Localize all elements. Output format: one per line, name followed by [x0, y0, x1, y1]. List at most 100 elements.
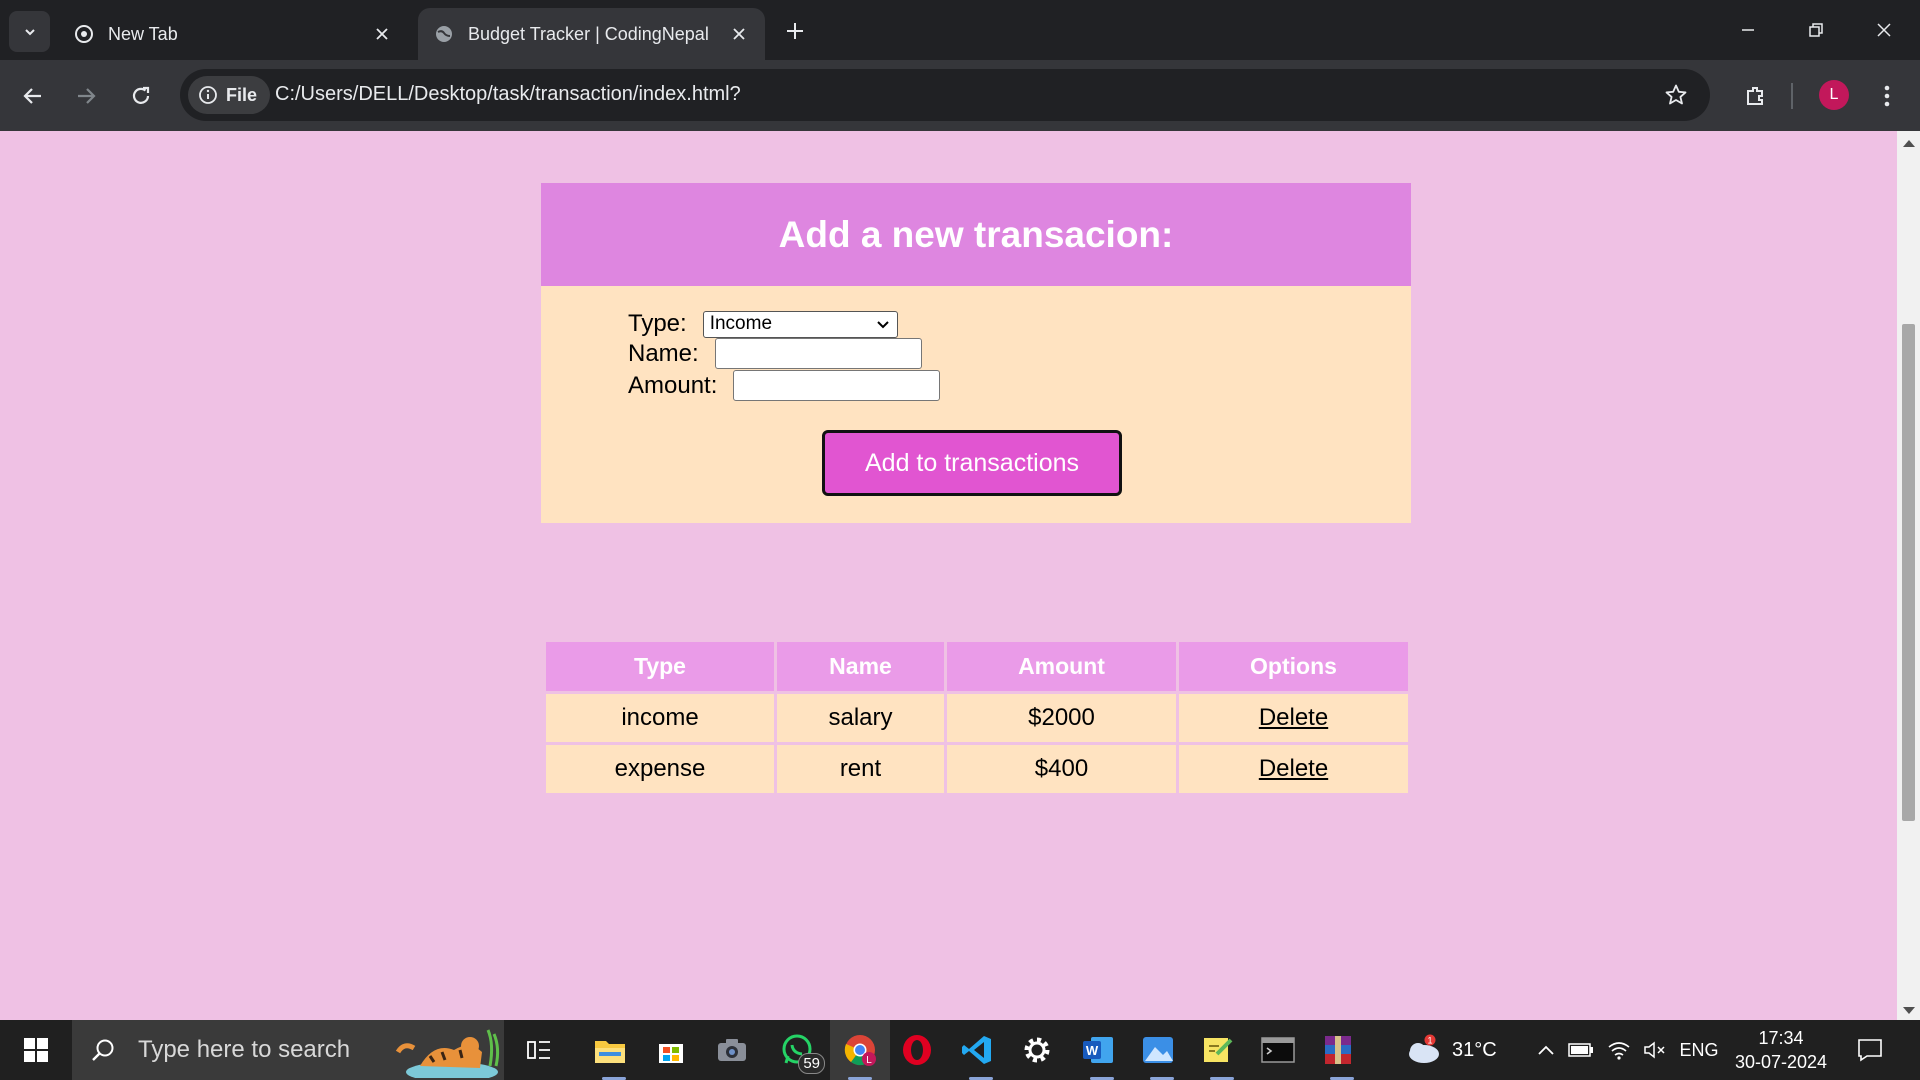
delete-link[interactable]: Delete	[1259, 704, 1328, 731]
page-viewport: Add a new transacion: Type: Income Name:…	[0, 131, 1897, 1020]
scroll-up-arrow[interactable]	[1903, 140, 1915, 147]
photos-icon	[1143, 1037, 1173, 1063]
taskbar-app-store[interactable]	[645, 1020, 697, 1080]
scroll-down-arrow[interactable]	[1903, 1007, 1915, 1014]
taskbar-search[interactable]: Type here to search	[72, 1020, 504, 1080]
terminal-icon	[1261, 1037, 1295, 1063]
cloud-icon: 1	[1409, 1034, 1439, 1063]
menu-button[interactable]	[1871, 80, 1903, 112]
table-row: expense rent $400 Delete	[546, 745, 1408, 793]
svg-text:W: W	[1086, 1043, 1099, 1058]
column-header-type: Type	[546, 642, 774, 691]
new-tab-button[interactable]	[780, 16, 810, 46]
type-selected-value: Income	[709, 313, 773, 334]
add-to-transactions-button[interactable]: Add to transactions	[822, 430, 1122, 496]
column-header-options: Options	[1179, 642, 1408, 691]
wifi-icon[interactable]	[1604, 1020, 1634, 1080]
profile-avatar[interactable]: L	[1819, 80, 1849, 110]
tab-budget-tracker[interactable]: Budget Tracker | CodingNepal	[418, 8, 765, 60]
notification-center-button[interactable]	[1850, 1020, 1890, 1080]
reload-icon	[132, 86, 150, 104]
tab-search-button[interactable]	[9, 11, 50, 52]
search-icon	[92, 1039, 114, 1061]
sticky-notes-icon	[1204, 1038, 1233, 1062]
arrow-right-icon	[78, 88, 96, 104]
type-select[interactable]: Income	[702, 310, 898, 338]
taskbar-app-winrar[interactable]	[1312, 1020, 1364, 1080]
settings-icon	[1024, 1037, 1050, 1063]
kebab-menu-icon	[1884, 85, 1890, 107]
show-hidden-icons-button[interactable]	[1532, 1020, 1560, 1080]
close-icon[interactable]	[727, 22, 751, 46]
column-header-name: Name	[777, 642, 944, 691]
amount-label: Amount:	[628, 371, 718, 399]
tiger-illustration-icon	[395, 1029, 500, 1078]
close-window-button[interactable]	[1854, 8, 1914, 52]
svg-text:L: L	[866, 1055, 872, 1066]
taskbar-app-photos[interactable]	[1132, 1020, 1184, 1080]
taskbar-app-settings[interactable]	[1011, 1020, 1063, 1080]
tab-title: New Tab	[108, 23, 178, 44]
minimize-button[interactable]	[1718, 8, 1778, 52]
opera-icon	[903, 1035, 931, 1065]
plus-icon	[787, 23, 803, 39]
reload-button[interactable]	[125, 80, 157, 112]
taskbar-app-chrome[interactable]: L	[830, 1020, 890, 1080]
taskbar-app-whatsapp[interactable]: 59	[767, 1020, 827, 1080]
delete-link[interactable]: Delete	[1259, 755, 1328, 782]
clock-date: 30-07-2024	[1734, 1052, 1828, 1072]
transactions-table: Type Name Amount Options income salary $…	[543, 639, 1411, 796]
chip-label: File	[226, 84, 258, 105]
vertical-scrollbar[interactable]	[1897, 131, 1920, 1020]
restore-button[interactable]	[1786, 8, 1846, 52]
address-bar[interactable]: File C:/Users/DELL/Desktop/task/transact…	[180, 69, 1710, 121]
forward-button[interactable]	[70, 80, 102, 112]
close-icon[interactable]	[370, 22, 394, 46]
start-button[interactable]	[10, 1020, 62, 1080]
column-header-amount: Amount	[947, 642, 1176, 691]
tab-new-tab[interactable]: New Tab	[58, 8, 408, 60]
bookmark-star-icon[interactable]	[1662, 81, 1690, 109]
type-row: Type: Income	[628, 310, 898, 338]
extensions-button[interactable]	[1740, 80, 1772, 112]
amount-input[interactable]	[733, 370, 941, 401]
amount-row: Amount:	[628, 370, 941, 401]
volume-muted-icon[interactable]	[1640, 1020, 1670, 1080]
chrome-icon: L	[844, 1035, 876, 1066]
weather-badge: 1	[1427, 1036, 1432, 1046]
taskbar-app-file-explorer[interactable]	[584, 1020, 636, 1080]
back-button[interactable]	[17, 80, 49, 112]
tab-title: Budget Tracker | CodingNepal	[468, 23, 709, 44]
site-info-chip[interactable]: File	[188, 76, 271, 114]
system-clock[interactable]: 17:34 30-07-2024	[1726, 1026, 1836, 1074]
taskbar-app-sticky-notes[interactable]	[1192, 1020, 1244, 1080]
form-heading: Add a new transacion:	[541, 183, 1411, 286]
taskbar-app-terminal[interactable]	[1252, 1020, 1304, 1080]
battery-icon[interactable]	[1566, 1020, 1596, 1080]
chevron-down-icon	[876, 320, 889, 328]
puzzle-icon	[1747, 87, 1763, 105]
cell-options: Delete	[1179, 745, 1408, 793]
input-language-indicator[interactable]: ENG	[1676, 1020, 1722, 1080]
taskbar-app-vscode[interactable]	[951, 1020, 1003, 1080]
chevron-up-icon	[1538, 1045, 1554, 1055]
taskbar-app-camera[interactable]	[706, 1020, 758, 1080]
weather-widget[interactable]: 1 31°C	[1402, 1020, 1514, 1080]
notification-icon	[1858, 1039, 1882, 1062]
taskbar-app-word[interactable]: W	[1072, 1020, 1124, 1080]
arrow-left-icon	[23, 88, 41, 104]
name-input[interactable]	[714, 338, 922, 369]
scrollbar-thumb[interactable]	[1902, 324, 1915, 821]
cell-name: rent	[777, 745, 944, 793]
close-icon	[1877, 23, 1891, 37]
file-explorer-icon	[595, 1041, 625, 1063]
chrome-icon	[74, 24, 94, 44]
type-label: Type:	[628, 310, 687, 337]
windows-logo-icon	[24, 1038, 48, 1062]
taskbar-app-opera[interactable]	[891, 1020, 943, 1080]
temperature-text: 31°C	[1452, 1038, 1497, 1061]
url-text[interactable]: C:/Users/DELL/Desktop/task/transaction/i…	[275, 83, 741, 106]
add-transaction-form: Add a new transacion: Type: Income Name:…	[541, 183, 1411, 523]
task-view-button[interactable]	[514, 1020, 564, 1080]
task-view-icon	[527, 1041, 550, 1059]
